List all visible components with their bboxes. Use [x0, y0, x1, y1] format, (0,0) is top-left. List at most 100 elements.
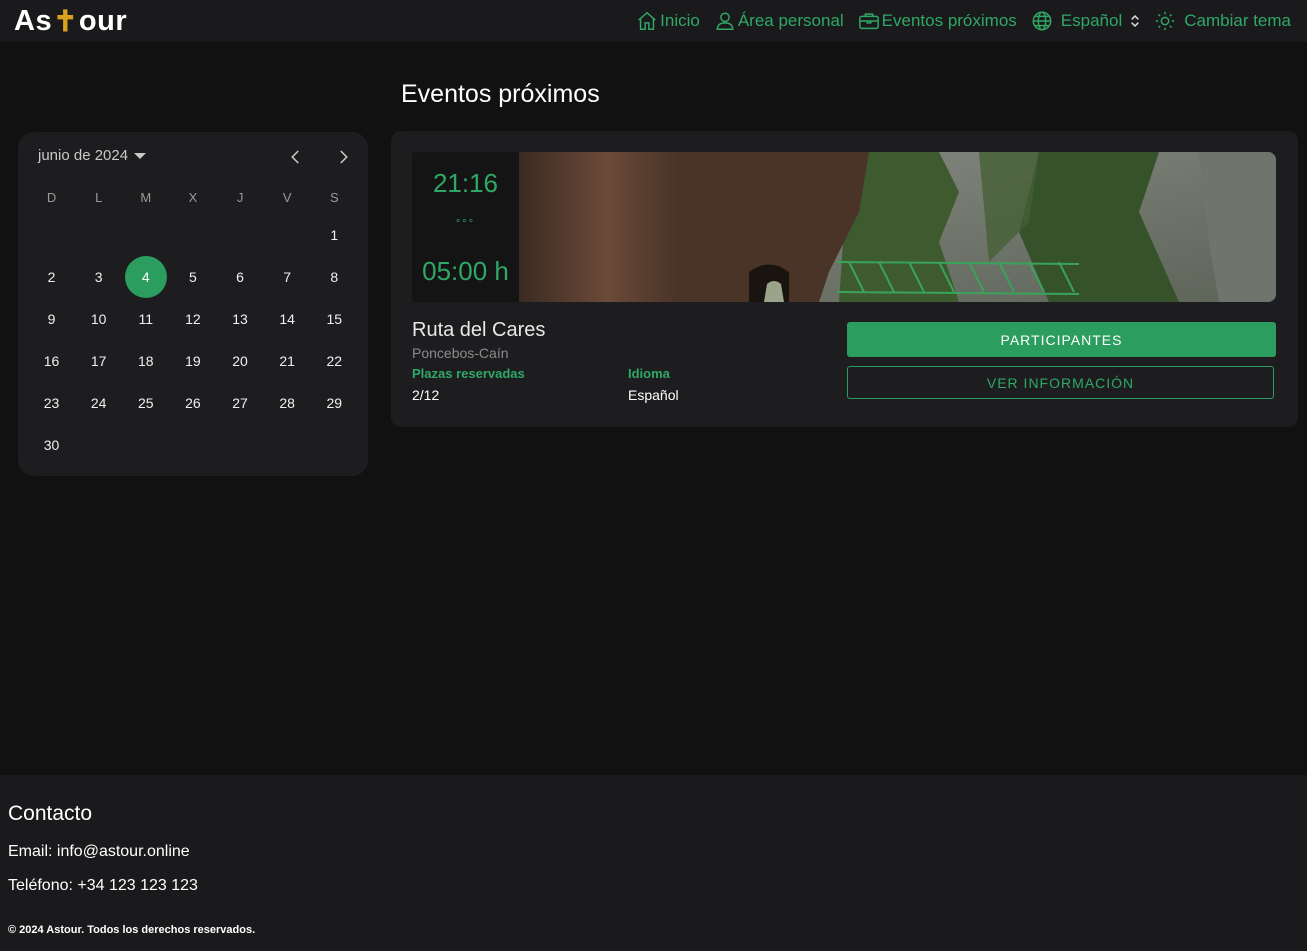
logo[interactable]: As ✝ our	[14, 4, 127, 39]
logo-text-right: our	[78, 4, 128, 37]
calendar-weekday-row: DLMXJVS	[28, 182, 358, 214]
calendar-next-button[interactable]	[330, 144, 356, 170]
nav-inicio[interactable]: Inicio	[636, 10, 700, 32]
calendar-day-empty	[75, 424, 122, 466]
calendar-day[interactable]: 2	[28, 256, 75, 298]
calendar-day[interactable]: 13	[217, 298, 264, 340]
plazas-label: Plazas reservadas	[412, 366, 525, 381]
nav-menu: Inicio Área personal Eventos próximos Es…	[622, 10, 1291, 32]
calendar-day-empty	[264, 214, 311, 256]
calendar-day[interactable]: 30	[28, 424, 75, 466]
sun-icon	[1156, 11, 1175, 31]
calendar-day-label: 12	[185, 311, 201, 327]
calendar-day[interactable]: 18	[122, 340, 169, 382]
event-image-art	[519, 152, 1276, 302]
calendar-day[interactable]: 21	[264, 340, 311, 382]
globe-icon	[1032, 11, 1052, 31]
calendar-day[interactable]: 12	[169, 298, 216, 340]
calendar-week-row: 23 24 25 26 27 28 29	[28, 382, 358, 424]
calendar-day-label: 20	[232, 353, 248, 369]
theme-toggle[interactable]: Cambiar tema	[1154, 10, 1291, 32]
calendar-day-label: 26	[185, 395, 201, 411]
calendar-day[interactable]: 28	[264, 382, 311, 424]
calendar-prev-button[interactable]	[283, 144, 309, 170]
calendar-day-label: 18	[138, 353, 154, 369]
calendar-day-label: 25	[138, 395, 154, 411]
calendar-day-label: 13	[232, 311, 248, 327]
calendar-day[interactable]: 1	[311, 214, 358, 256]
calendar-day[interactable]: 26	[169, 382, 216, 424]
nav-eventos-proximos[interactable]: Eventos próximos	[858, 10, 1017, 32]
calendar-day[interactable]: 8	[311, 256, 358, 298]
ver-informacion-button[interactable]: VER INFORMACIÓN	[847, 366, 1274, 399]
calendar-day[interactable]: 20	[217, 340, 264, 382]
calendar-day-label: 17	[90, 353, 107, 369]
calendar-day[interactable]: 19	[169, 340, 216, 382]
calendar-day[interactable]: 10	[75, 298, 122, 340]
calendar-week-row: 16 17 18 19 20 21 22	[28, 340, 358, 382]
idioma-label: Idioma	[628, 366, 670, 381]
event-start-time: 21:16	[432, 168, 499, 198]
calendar-day-label: 5	[189, 269, 197, 285]
plazas-value: 2/12	[412, 387, 440, 403]
calendar-day-empty	[311, 424, 358, 466]
calendar-day-empty	[217, 214, 264, 256]
participantes-button[interactable]: PARTICIPANTES	[847, 322, 1276, 357]
calendar-day[interactable]: 16	[28, 340, 75, 382]
caret-down-icon	[134, 152, 147, 159]
calendar-day-label: 6	[236, 269, 244, 285]
calendar-week-row: 30	[28, 424, 358, 466]
calendar-day-label: 7	[283, 269, 292, 285]
calendar-day-label: 27	[232, 395, 248, 411]
calendar-day-empty	[75, 214, 122, 256]
calendar-day[interactable]: 3	[75, 256, 122, 298]
calendar-day-empty	[122, 214, 169, 256]
calendar-day[interactable]: 9	[28, 298, 75, 340]
chevron-right-icon	[340, 150, 348, 164]
calendar-day[interactable]: 29	[311, 382, 358, 424]
language-selector[interactable]: Español	[1031, 10, 1140, 32]
calendar-weekday: J	[236, 190, 244, 205]
calendar-day[interactable]: 11	[122, 298, 169, 340]
event-duration: 05:00 h	[422, 256, 509, 286]
calendar-day[interactable]: 23	[28, 382, 75, 424]
calendar-day[interactable]: 27	[217, 382, 264, 424]
logo-text-left: As	[14, 4, 53, 37]
page-title: Eventos próximos	[401, 80, 600, 108]
calendar-day-empty	[169, 424, 216, 466]
calendar-day[interactable]: 24	[75, 382, 122, 424]
event-card: 21:16 °°° 05:00 h Ruta del Cares Poncebo…	[391, 131, 1298, 427]
nav-eventos-label: Eventos próximos	[881, 11, 1017, 30]
event-time-dots: °°°	[455, 218, 476, 230]
nav-area-personal[interactable]: Área personal	[714, 10, 844, 32]
calendar-day-label: 15	[326, 311, 343, 327]
calendar-day-empty	[122, 424, 169, 466]
logo-cross-icon: ✝	[53, 5, 78, 38]
footer-email: Email: info@astour.online	[8, 843, 190, 860]
calendar-day[interactable]: 7	[264, 256, 311, 298]
calendar-weekday: S	[329, 190, 339, 205]
calendar-day[interactable]: 5	[169, 256, 216, 298]
calendar-day[interactable]: 25	[122, 382, 169, 424]
top-navbar: As ✝ our Inicio Área personal Eventos próx…	[0, 0, 1307, 42]
calendar-week-row: 9 10 11 12 13 14 15	[28, 298, 358, 340]
calendar-day-label: 2	[47, 269, 56, 285]
calendar-day[interactable]: 14	[264, 298, 311, 340]
calendar-day-label: 19	[185, 353, 201, 369]
calendar-day[interactable]: 15	[311, 298, 358, 340]
home-icon	[638, 11, 656, 30]
theme-toggle-label: Cambiar tema	[1184, 11, 1291, 30]
calendar-weekday: D	[46, 190, 57, 205]
calendar-month-selector[interactable]: junio de 2024	[38, 147, 147, 164]
calendar-day-label: 4	[124, 256, 167, 298]
footer-copyright: © 2024 Astour. Todos los derechos reserv…	[8, 924, 256, 936]
calendar-day-selected[interactable]: 4	[122, 256, 169, 298]
calendar-day[interactable]: 6	[217, 256, 264, 298]
calendar-day-label: 10	[90, 311, 107, 327]
calendar-day[interactable]: 22	[311, 340, 358, 382]
calendar-day-label: 29	[326, 395, 343, 411]
calendar-weekday: M	[140, 190, 152, 205]
calendar-day-empty	[217, 424, 264, 466]
calendar-day[interactable]: 17	[75, 340, 122, 382]
language-selected: Español	[1060, 11, 1123, 30]
